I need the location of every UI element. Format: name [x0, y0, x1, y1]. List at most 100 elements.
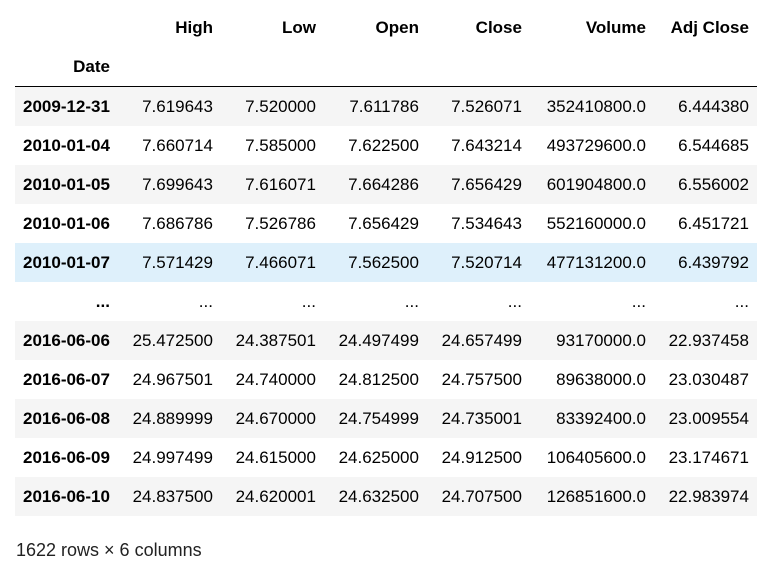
table-cell: 352410800.0 [546, 96, 646, 116]
table-cell: 24.615000 [235, 447, 316, 467]
table-row: 2009-12-31 7.619643 7.520000 7.611786 7.5260… [15, 86, 757, 126]
table-cell: 24.812500 [338, 369, 419, 389]
table-row: 2016-06-07 24.967501 24.740000 24.812500 24.… [15, 360, 757, 399]
table-cell: 7.619643 [142, 96, 213, 116]
row-index-date: 2016-06-06 [23, 330, 110, 350]
ellipsis-row: ..................... [15, 282, 757, 321]
table-cell: 6.451721 [678, 213, 749, 233]
table-cell: 24.967501 [132, 369, 213, 389]
table-cell: ... [301, 291, 316, 311]
column-header-row: High Low Open Close Volume Adj Close [15, 8, 757, 47]
column-header-adj-close: Adj Close [670, 17, 749, 37]
table-cell: 23.174671 [668, 447, 749, 467]
column-header-volume: Volume [585, 17, 646, 37]
dataframe-output: High Low Open Close Volume Adj Close Dat… [15, 8, 757, 516]
index-name-row: Date [15, 47, 757, 87]
table-body: 2009-12-31 7.619643 7.520000 7.611786 7.5260… [15, 86, 757, 516]
table-cell: 7.699643 [142, 174, 213, 194]
table-cell: 7.616071 [245, 174, 316, 194]
table-row: 2016-06-08 24.889999 24.670000 24.754999 24.… [15, 399, 757, 438]
table-cell: 6.439792 [678, 252, 749, 272]
table-cell: 24.754999 [338, 408, 419, 428]
table-cell: 6.556002 [678, 174, 749, 194]
table-cell: 601904800.0 [546, 174, 646, 194]
table-cell: 24.707500 [441, 486, 522, 506]
row-index-date: 2016-06-08 [23, 408, 110, 428]
table-header: High Low Open Close Volume Adj Close Dat… [15, 8, 757, 87]
table-cell: 24.620001 [235, 486, 316, 506]
table-cell: 7.520000 [245, 96, 316, 116]
table-cell: ... [507, 291, 522, 311]
table-cell: 22.983974 [668, 486, 749, 506]
table-cell: 93170000.0 [556, 330, 646, 350]
table-cell: 23.009554 [668, 408, 749, 428]
table-cell: 24.912500 [441, 447, 522, 467]
table-cell: ... [734, 291, 749, 311]
table-cell: ... [631, 291, 646, 311]
table-cell: 7.571429 [142, 252, 213, 272]
row-index-date: 2016-06-10 [23, 486, 110, 506]
row-index-date: 2010-01-06 [23, 213, 110, 233]
table-row: 2010-01-04 7.660714 7.585000 7.622500 7.6432… [15, 126, 757, 165]
column-header-low: Low [281, 17, 316, 37]
row-index-date: 2016-06-07 [23, 369, 110, 389]
table-cell: 25.472500 [132, 330, 213, 350]
row-index-date: ... [95, 291, 110, 311]
row-index-date: 2010-01-04 [23, 135, 110, 155]
table-cell: 7.643214 [451, 135, 522, 155]
table-cell: 24.757500 [441, 369, 522, 389]
row-index-date: 2009-12-31 [23, 96, 110, 116]
table-cell: 6.544685 [678, 135, 749, 155]
table-cell: ... [404, 291, 419, 311]
table-cell: 7.622500 [348, 135, 419, 155]
table-cell: 7.664286 [348, 174, 419, 194]
table-cell: 24.997499 [132, 447, 213, 467]
table-cell: 24.625000 [338, 447, 419, 467]
table-cell: ... [198, 291, 213, 311]
table-cell: 7.660714 [142, 135, 213, 155]
table-cell: 24.670000 [235, 408, 316, 428]
table-cell: 24.889999 [132, 408, 213, 428]
table-cell: 126851600.0 [546, 486, 646, 506]
table-cell: 7.466071 [245, 252, 316, 272]
table-cell: 106405600.0 [546, 447, 646, 467]
table-row: 2016-06-06 25.472500 24.387501 24.497499 24.… [15, 321, 757, 360]
table-cell: 7.562500 [348, 252, 419, 272]
column-header-open: Open [375, 17, 419, 37]
table-row: 2016-06-10 24.837500 24.620001 24.632500 24.… [15, 477, 757, 516]
table-cell: 89638000.0 [556, 369, 646, 389]
row-index-date: 2010-01-05 [23, 174, 110, 194]
table-cell: 24.632500 [338, 486, 419, 506]
table-row: 2016-06-09 24.997499 24.615000 24.625000 24.… [15, 438, 757, 477]
table-row: 2010-01-05 7.699643 7.616071 7.664286 7.6564… [15, 165, 757, 204]
dataframe-shape-footer: 1622 rows × 6 columns [16, 540, 202, 560]
index-corner [15, 8, 118, 47]
table-cell: 7.526071 [451, 96, 522, 116]
table-cell: 7.585000 [245, 135, 316, 155]
column-header-close: Close [475, 17, 522, 37]
table-cell: 22.937458 [668, 330, 749, 350]
table-row: 2010-01-06 7.686786 7.526786 7.656429 7.5346… [15, 204, 757, 243]
index-name: Date [15, 47, 118, 87]
table-cell: 24.497499 [338, 330, 419, 350]
table-cell: 7.686786 [142, 213, 213, 233]
row-index-date: 2010-01-07 [23, 252, 110, 272]
table-cell: 24.740000 [235, 369, 316, 389]
table-cell: 7.520714 [451, 252, 522, 272]
table-cell: 23.030487 [668, 369, 749, 389]
table-cell: 24.837500 [132, 486, 213, 506]
table-cell: 24.387501 [235, 330, 316, 350]
column-header-high: High [175, 17, 213, 37]
table-cell: 83392400.0 [556, 408, 646, 428]
table-cell: 6.444380 [678, 96, 749, 116]
dataframe-table: High Low Open Close Volume Adj Close Dat… [15, 8, 757, 516]
table-cell: 7.656429 [451, 174, 522, 194]
table-cell: 7.526786 [245, 213, 316, 233]
table-cell: 7.611786 [349, 96, 419, 116]
table-row: 2010-01-07 7.571429 7.466071 7.562500 7.5207… [15, 243, 757, 282]
table-cell: 7.534643 [451, 213, 522, 233]
table-cell: 552160000.0 [546, 213, 646, 233]
table-cell: 493729600.0 [546, 135, 646, 155]
table-cell: 24.657499 [441, 330, 522, 350]
table-cell: 7.656429 [348, 213, 419, 233]
